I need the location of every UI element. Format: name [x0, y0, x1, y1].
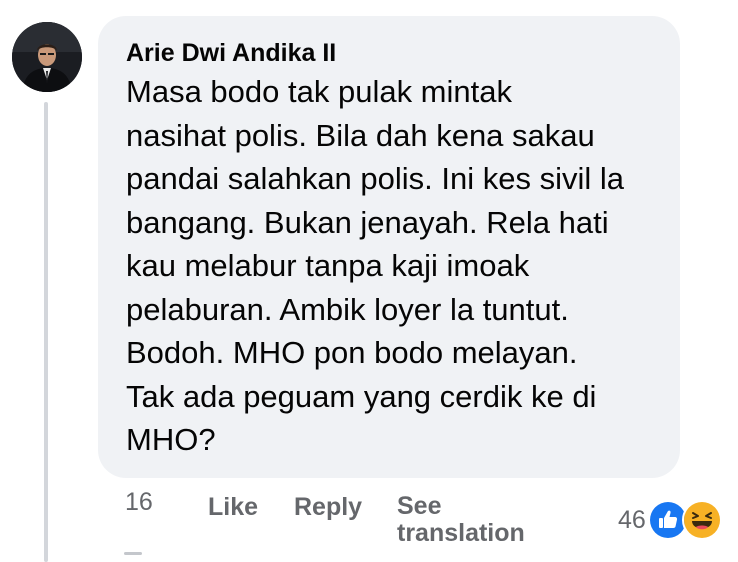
avatar[interactable] — [12, 22, 82, 92]
reaction-count: 46 — [618, 505, 646, 534]
like-button[interactable]: Like — [208, 493, 258, 522]
comment-bubble: Arie Dwi Andika II Masa bodo tak pulak m… — [98, 16, 680, 478]
thread-line — [44, 102, 48, 562]
haha-reaction-icon — [681, 500, 722, 540]
see-translation-link[interactable]: See translation — [397, 493, 547, 547]
next-comment-edge — [124, 552, 142, 555]
comment-text: Masa bodo tak pulak mintak nasihat polis… — [126, 74, 624, 457]
comment-author[interactable]: Arie Dwi Andika II — [126, 38, 654, 68]
reaction-summary[interactable]: 46 — [618, 500, 722, 540]
comment-timestamp[interactable]: 16 — [125, 488, 153, 517]
reply-button[interactable]: Reply — [294, 493, 362, 522]
